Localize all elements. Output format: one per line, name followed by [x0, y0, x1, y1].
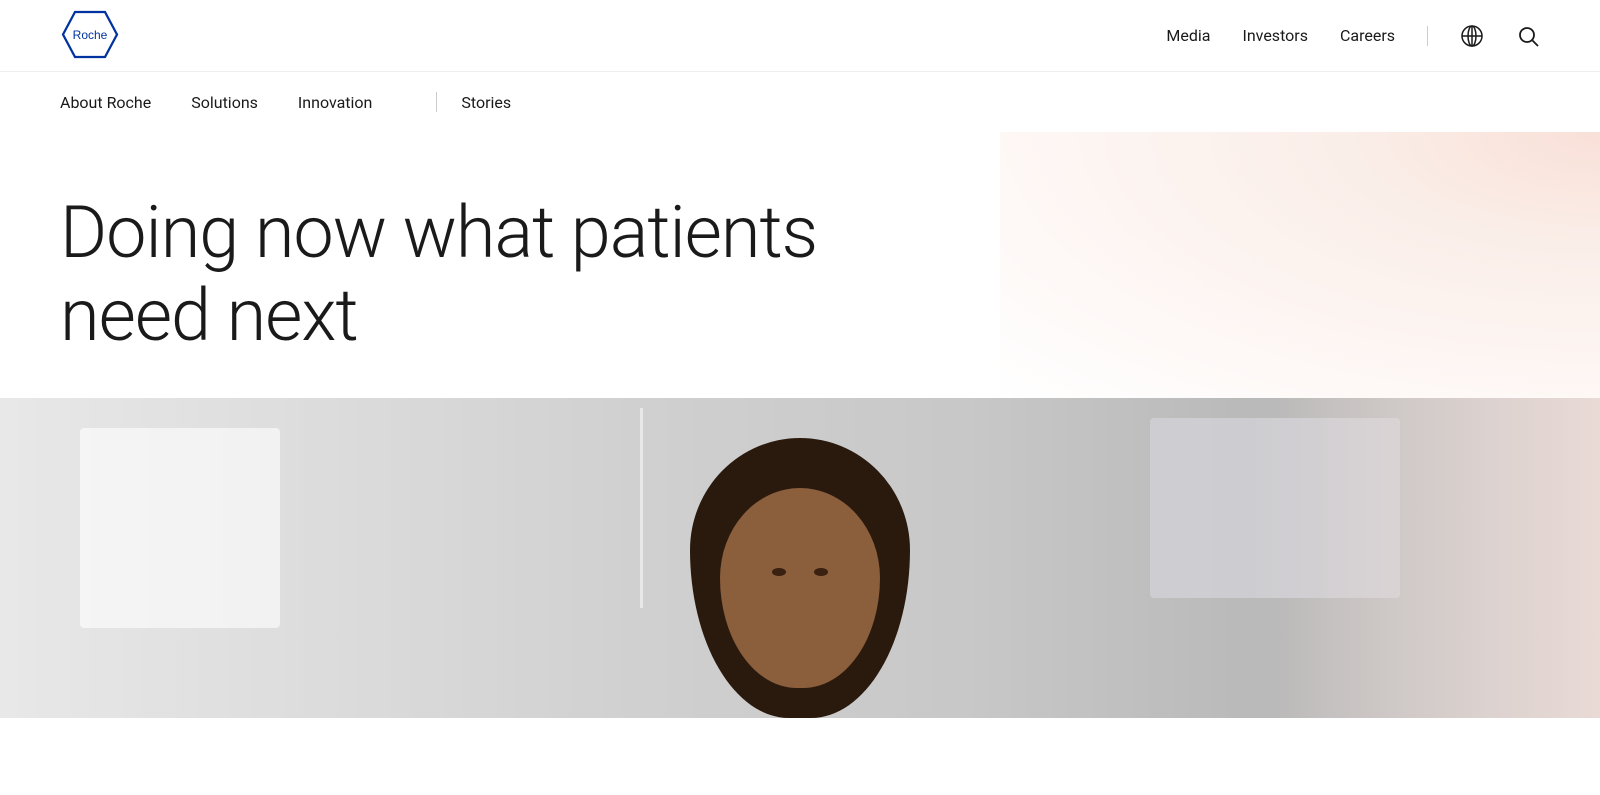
nav-about-roche[interactable]: About Roche — [60, 93, 171, 112]
hero-image-section — [0, 398, 1600, 718]
person-figure — [650, 398, 950, 718]
nav-stories[interactable]: Stories — [461, 93, 531, 112]
hero-title-line2: need next — [60, 273, 358, 358]
top-nav: Roche Media Investors Careers — [0, 0, 1600, 72]
person-eyes — [772, 568, 828, 576]
main-nav: About Roche Solutions Innovation Stories — [0, 72, 1600, 132]
hero-image — [0, 398, 1600, 718]
nav-media[interactable]: Media — [1166, 26, 1210, 45]
top-right-nav: Media Investors Careers — [1166, 24, 1540, 48]
nav-solutions[interactable]: Solutions — [191, 93, 278, 112]
hero-section: Doing now what patients need next — [0, 132, 1600, 398]
hero-title-line1: Doing now what patients — [60, 190, 817, 275]
nav-divider — [1427, 26, 1428, 46]
bg-element-right — [1150, 418, 1400, 598]
svg-text:Roche: Roche — [73, 28, 108, 42]
globe-icon[interactable] — [1460, 24, 1484, 48]
hero-title: Doing now what patients need next — [60, 192, 960, 358]
main-nav-divider — [436, 92, 437, 112]
hero-background-gradient — [1000, 132, 1600, 398]
bg-element-left — [80, 428, 280, 628]
nav-innovation[interactable]: Innovation — [298, 93, 392, 112]
eye-left — [772, 568, 786, 576]
nav-investors[interactable]: Investors — [1242, 26, 1307, 45]
logo[interactable]: Roche — [60, 9, 120, 63]
search-icon[interactable] — [1516, 24, 1540, 48]
nav-careers[interactable]: Careers — [1340, 26, 1395, 45]
bg-element-center — [640, 408, 643, 608]
eye-right — [814, 568, 828, 576]
